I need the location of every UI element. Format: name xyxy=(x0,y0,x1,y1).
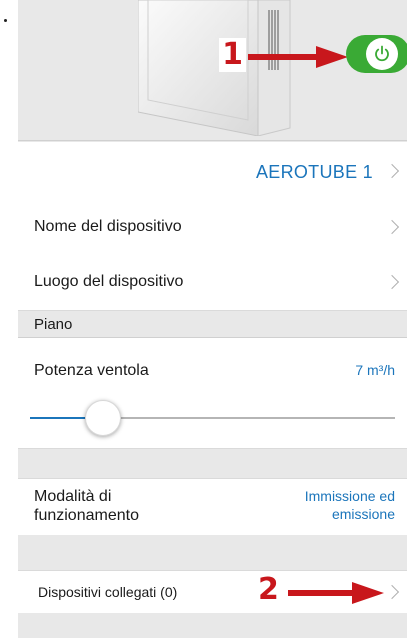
chevron-right-icon xyxy=(384,274,400,290)
floor-label: Piano xyxy=(34,316,73,333)
linked-devices-label: Dispositivi collegati (0) xyxy=(38,584,178,600)
arrow-right-icon xyxy=(288,582,384,604)
operating-mode-label: Modalità di funzionamento xyxy=(34,488,139,524)
fan-power-row: Potenza ventola 7 m³/h xyxy=(18,338,407,449)
power-icon xyxy=(375,45,389,62)
fan-power-label: Potenza ventola xyxy=(34,362,149,379)
fan-power-value: 7 m³/h xyxy=(355,362,395,378)
chevron-right-icon xyxy=(384,584,400,600)
annotation-2: 2 xyxy=(258,572,279,607)
device-name-label: Nome del dispositivo xyxy=(34,218,182,235)
arrow-right-icon xyxy=(248,46,348,68)
device-name: AEROTUBE 1 xyxy=(255,162,373,182)
section-gap xyxy=(18,535,407,569)
operating-mode-value: Immissione ed emissione xyxy=(304,488,395,522)
device-name-row[interactable]: AEROTUBE 1 xyxy=(18,142,407,201)
stray-dot xyxy=(4,19,7,22)
app-screen: 1 AEROTUBE 1 Nome del dispositivo Luogo … xyxy=(18,0,407,638)
power-toggle[interactable] xyxy=(346,35,407,73)
device-location-label: Luogo del dispositivo xyxy=(34,273,184,290)
device-header: 1 xyxy=(18,0,407,141)
section-gap xyxy=(18,613,407,638)
chevron-right-icon xyxy=(384,163,400,179)
operating-mode-row[interactable]: Modalità di funzionamento Immissione ed … xyxy=(18,478,407,536)
device-name-setting-row[interactable]: Nome del dispositivo xyxy=(18,200,407,257)
annotation-1: 1 xyxy=(219,38,246,72)
device-location-row[interactable]: Luogo del dispositivo xyxy=(18,256,407,311)
section-gap xyxy=(18,449,407,477)
chevron-right-icon xyxy=(384,219,400,235)
floor-section-header: Piano xyxy=(18,311,407,338)
slider-thumb[interactable] xyxy=(85,400,121,436)
